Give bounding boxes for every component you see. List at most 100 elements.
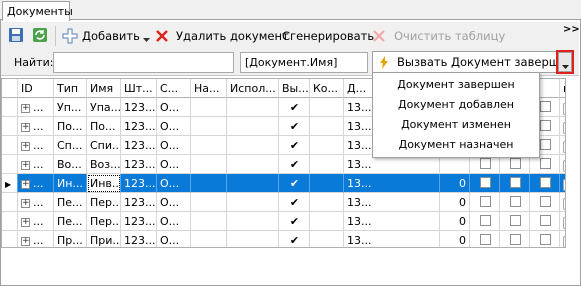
cell-id[interactable]: +... (18, 98, 54, 117)
refresh-icon[interactable] (32, 27, 48, 43)
text-icon[interactable]: a (563, 141, 565, 153)
text-icon[interactable]: a (563, 160, 565, 172)
cell-done[interactable]: ✔ (279, 98, 310, 117)
cell-s[interactable]: О... (157, 212, 191, 231)
cell-ko[interactable] (310, 98, 344, 117)
cell-checkbox[interactable] (500, 231, 530, 247)
cell-checkbox[interactable] (530, 212, 560, 231)
cell-na[interactable] (191, 212, 227, 231)
generate-button[interactable]: Сгенерировать (282, 27, 374, 45)
cell-text-icon[interactable]: a (560, 98, 565, 117)
column-header-ic[interactable]: ис... (560, 79, 565, 98)
add-dropdown-arrow[interactable] (143, 33, 150, 42)
cell-checkbox[interactable] (500, 174, 530, 193)
cell-name[interactable]: Спи... (87, 136, 121, 155)
cell-checkbox[interactable] (470, 212, 500, 231)
cell-sh[interactable]: 123... (121, 212, 157, 231)
text-icon[interactable]: a (563, 179, 565, 191)
cell-checkbox[interactable] (530, 174, 560, 193)
expand-icon[interactable]: + (21, 217, 30, 227)
cell-checkbox[interactable] (500, 212, 530, 231)
cell-s[interactable]: О... (157, 155, 191, 174)
cell-text-icon[interactable]: a (560, 155, 565, 174)
cell-user[interactable] (227, 98, 279, 117)
cell-sh[interactable]: 123... (121, 193, 157, 212)
checkbox[interactable] (479, 196, 491, 207)
checkbox[interactable] (539, 120, 551, 131)
column-header-name[interactable]: Имя (87, 79, 121, 98)
cell-type[interactable]: Пе... (54, 212, 87, 231)
cell-sh[interactable]: 123... (121, 117, 157, 136)
cell-name[interactable]: По... (87, 117, 121, 136)
cell-number[interactable]: 0 (440, 212, 470, 231)
column-header-type[interactable]: Тип (54, 79, 87, 98)
cell-done[interactable]: ✔ (279, 174, 310, 193)
cell-ko[interactable] (310, 193, 344, 212)
expand-icon[interactable]: + (21, 179, 30, 189)
field-select[interactable]: [Документ.Имя] (240, 52, 368, 73)
cell-sh[interactable]: 123... (121, 231, 157, 247)
cell-na[interactable] (191, 98, 227, 117)
menu-item-added[interactable]: Документ добавлен (373, 96, 539, 114)
cell-name[interactable]: Пер... (87, 193, 121, 212)
checkbox[interactable] (509, 234, 521, 245)
checkbox[interactable] (479, 177, 491, 188)
text-icon[interactable]: a (563, 198, 565, 210)
cell-text-icon[interactable]: a (560, 174, 565, 193)
cell-sh[interactable]: 123... (121, 98, 157, 117)
row-header[interactable] (2, 117, 18, 136)
checkbox[interactable] (479, 234, 491, 245)
cell-sh[interactable]: 123... (121, 155, 157, 174)
column-header-ko[interactable]: Ко... (310, 79, 344, 98)
cell-done[interactable]: ✔ (279, 136, 310, 155)
checkbox[interactable] (509, 215, 521, 226)
cell-user[interactable] (227, 231, 279, 247)
cell-name[interactable]: При... (87, 231, 121, 247)
clear-table-button[interactable]: Очистить таблицу (372, 27, 505, 45)
column-header-sh[interactable]: Шт... (121, 79, 157, 98)
cell-checkbox[interactable] (470, 193, 500, 212)
menu-item-completed[interactable]: Документ завершен (373, 76, 539, 94)
expand-icon[interactable]: + (21, 122, 30, 132)
checkbox[interactable] (539, 158, 551, 169)
cell-na[interactable] (191, 155, 227, 174)
cell-s[interactable]: О... (157, 231, 191, 247)
cell-ko[interactable] (310, 155, 344, 174)
checkbox[interactable] (509, 196, 521, 207)
cell-ko[interactable] (310, 117, 344, 136)
cell-user[interactable] (227, 193, 279, 212)
cell-na[interactable] (191, 193, 227, 212)
cell-done[interactable]: ✔ (279, 231, 310, 247)
cell-name[interactable]: Упа... (87, 98, 121, 117)
text-icon[interactable]: a (563, 103, 565, 115)
cell-user[interactable] (227, 136, 279, 155)
cell-d[interactable]: 13... (344, 174, 440, 193)
cell-type[interactable]: Ин... (54, 174, 87, 193)
cell-ko[interactable] (310, 136, 344, 155)
cell-na[interactable] (191, 117, 227, 136)
cell-d[interactable]: 13... (344, 212, 440, 231)
cell-user[interactable] (227, 117, 279, 136)
cell-text-icon[interactable]: a (560, 193, 565, 212)
column-header-user[interactable]: Испол... (227, 79, 279, 98)
cell-user[interactable] (227, 212, 279, 231)
checkbox[interactable] (539, 215, 551, 226)
cell-number[interactable]: 0 (440, 231, 470, 247)
checkbox[interactable] (539, 196, 551, 207)
cell-sh[interactable]: 123... (121, 136, 157, 155)
expand-icon[interactable]: + (21, 160, 30, 170)
cell-s[interactable]: О... (157, 136, 191, 155)
cell-na[interactable] (191, 136, 227, 155)
row-header[interactable] (2, 98, 18, 117)
cell-done[interactable]: ✔ (279, 212, 310, 231)
row-header[interactable] (2, 212, 18, 231)
call-event-button[interactable]: Вызвать Документ завершен (372, 51, 558, 73)
column-header-done[interactable]: Вы... (279, 79, 310, 98)
menu-item-changed[interactable]: Документ изменен (373, 116, 539, 134)
cell-name[interactable]: Инв... (87, 174, 121, 193)
column-header-s[interactable]: С... (157, 79, 191, 98)
cell-done[interactable]: ✔ (279, 155, 310, 174)
save-icon[interactable] (8, 27, 24, 43)
cell-id[interactable]: +... (18, 136, 54, 155)
row-header[interactable] (2, 136, 18, 155)
